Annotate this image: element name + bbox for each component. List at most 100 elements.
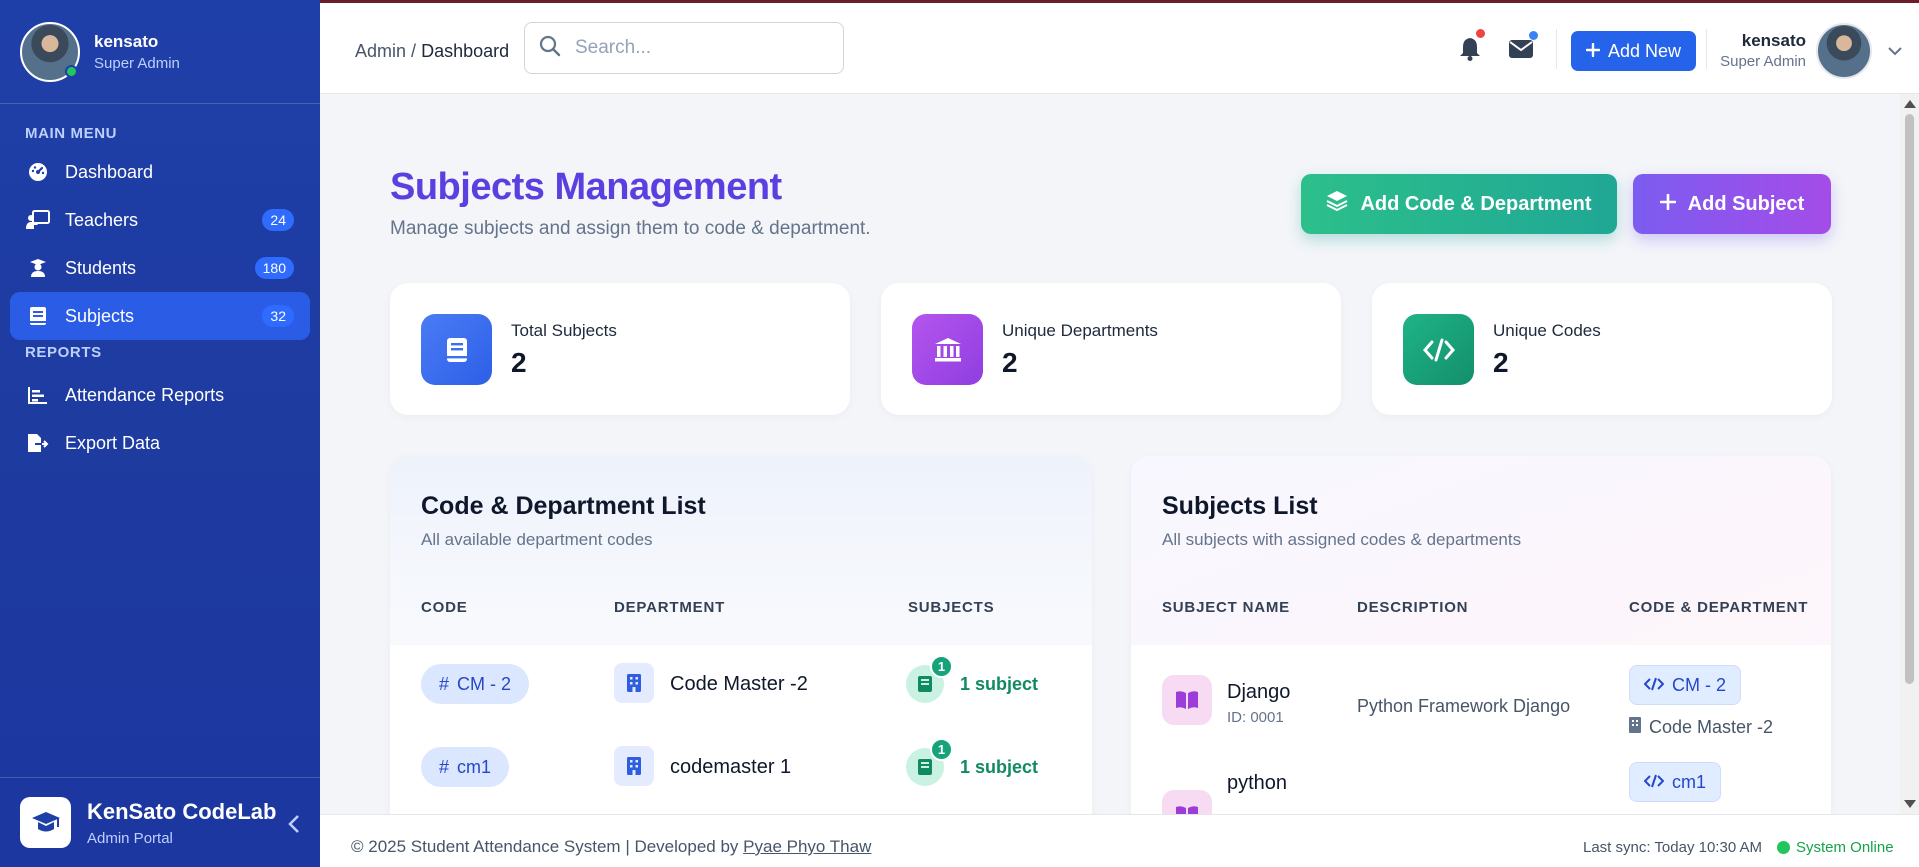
search-icon <box>539 35 561 62</box>
reports-heading: REPORTS <box>25 344 102 361</box>
teachers-count-badge: 24 <box>262 209 294 231</box>
layers-icon <box>1326 190 1348 218</box>
department-name: codemaster 1 <box>670 756 792 778</box>
subject-description: Python Framework Django <box>1357 696 1571 716</box>
column-header-subject-name: SUBJECT NAME <box>1162 599 1290 616</box>
sidebar-item-students[interactable]: Students 180 <box>10 244 310 292</box>
code-value: CM - 2 <box>1672 674 1726 695</box>
department-label: Code Master -2 <box>1629 717 1773 738</box>
add-new-button[interactable]: Add New <box>1571 31 1697 71</box>
table-row[interactable]: # cm1 codemaster 1 1 1 subject <box>390 728 1092 811</box>
sidebar-profile[interactable]: kensato Super Admin <box>0 0 320 104</box>
breadcrumb-root[interactable]: Admin <box>355 41 406 61</box>
breadcrumb-current: Dashboard <box>421 41 510 61</box>
code-icon <box>1643 675 1665 696</box>
subject-id: ID: 0001 <box>1227 709 1284 726</box>
code-badge: cm1 <box>1629 762 1722 802</box>
stat-card-total-subjects: Total Subjects 2 <box>390 283 850 415</box>
notification-dot <box>1476 29 1485 38</box>
subjects-count-icon: 1 <box>906 738 953 786</box>
subjects-count-label: 1 subject <box>960 757 1039 777</box>
table-row[interactable]: Django ID: 0001 Python Framework Django … <box>1131 645 1831 770</box>
breadcrumb-separator: / <box>411 41 417 61</box>
book-open-icon <box>1162 675 1212 725</box>
sidebar-item-label: Attendance Reports <box>65 384 225 405</box>
chart-icon <box>25 384 51 406</box>
column-header-subjects: SUBJECTS <box>908 599 995 616</box>
topbar-user-name: kensato <box>1741 31 1806 50</box>
envelope-icon[interactable] <box>1508 31 1538 64</box>
scrollbar-thumb[interactable] <box>1905 114 1914 684</box>
hashtag-icon: # <box>439 673 450 694</box>
subjects-count-badge: 1 <box>930 738 953 761</box>
students-count-badge: 180 <box>254 257 294 279</box>
bell-icon[interactable] <box>1459 29 1485 66</box>
subjects-panel: Subjects List All subjects with assigned… <box>1131 456 1831 814</box>
table-body: Django ID: 0001 Python Framework Django … <box>1131 645 1831 814</box>
column-header-code-department: CODE & DEPARTMENT <box>1629 599 1809 616</box>
sidebar-item-teachers[interactable]: Teachers 24 <box>10 196 310 244</box>
department-name: Code Master -2 <box>1649 717 1774 737</box>
subjects-count-badge: 32 <box>262 305 294 327</box>
code-value: cm1 <box>457 756 492 777</box>
stat-value: 2 <box>511 347 527 378</box>
system-status: System Online <box>1777 839 1894 856</box>
code-badge: # cm1 <box>421 747 510 787</box>
subjects-count-label: 1 subject <box>960 674 1039 694</box>
add-subject-label: Add Subject <box>1687 192 1805 215</box>
page-subtitle: Manage subjects and assign them to code … <box>390 218 871 239</box>
topbar-divider <box>1556 29 1557 69</box>
vertical-scrollbar[interactable] <box>1900 94 1919 814</box>
status-text: System Online <box>1796 839 1894 856</box>
panel-subtitle: All subjects with assigned codes & depar… <box>1162 530 1522 549</box>
main-content: Subjects Management Manage subjects and … <box>320 94 1900 814</box>
table-row[interactable]: python cm1 <box>1131 762 1831 814</box>
chevron-down-icon[interactable] <box>1888 43 1902 61</box>
code-icon <box>1643 772 1665 793</box>
code-badge: # CM - 2 <box>421 664 530 704</box>
panel-title: Subjects List <box>1162 492 1318 520</box>
chalkboard-teacher-icon <box>25 209 51 231</box>
panel-title: Code & Department List <box>421 492 706 520</box>
table-body: # CM - 2 Code Master -2 1 1 subject # cm… <box>390 645 1092 814</box>
topbar-user[interactable]: kensato Super Admin <box>1718 31 1806 70</box>
search-input[interactable] <box>575 37 815 59</box>
subjects-count-badge: 1 <box>930 655 953 678</box>
topbar-divider <box>1706 29 1707 69</box>
collapse-sidebar-icon[interactable] <box>288 814 300 839</box>
subject-name: python <box>1227 772 1288 794</box>
sidebar-item-label: Export Data <box>65 432 161 453</box>
sidebar-user-role: Super Admin <box>94 54 180 72</box>
add-code-department-label: Add Code & Department <box>1360 192 1592 215</box>
stat-card-unique-departments: Unique Departments 2 <box>881 283 1341 415</box>
column-header-description: DESCRIPTION <box>1357 599 1469 616</box>
avatar <box>20 21 80 82</box>
subjects-count-icon: 1 <box>906 655 953 703</box>
gauge-icon <box>25 161 51 183</box>
sidebar-item-export-data[interactable]: Export Data <box>10 419 310 467</box>
table-row[interactable]: # CM - 2 Code Master -2 1 1 subject <box>390 645 1092 728</box>
sidebar-item-subjects[interactable]: Subjects 32 <box>10 292 310 340</box>
code-value: cm1 <box>1672 771 1707 792</box>
add-code-department-button[interactable]: Add Code & Department <box>1301 174 1617 234</box>
code-icon <box>1403 314 1474 385</box>
column-header-department: DEPARTMENT <box>614 599 726 616</box>
building-icon <box>614 746 654 786</box>
copyright-text: © 2025 Student Attendance System | Devel… <box>351 837 739 856</box>
sidebar-item-label: Teachers <box>65 209 139 230</box>
sidebar-item-attendance-reports[interactable]: Attendance Reports <box>10 371 310 419</box>
stat-label: Unique Codes <box>1493 321 1601 340</box>
building-columns-icon <box>912 314 983 385</box>
scroll-up-arrow[interactable] <box>1904 100 1916 108</box>
graduation-cap-icon <box>20 797 71 848</box>
add-subject-button[interactable]: Add Subject <box>1633 174 1831 234</box>
avatar[interactable] <box>1816 23 1872 79</box>
last-sync: Last sync: Today 10:30 AM <box>1583 839 1762 856</box>
add-new-label: Add New <box>1608 40 1682 61</box>
search-box[interactable] <box>524 22 844 74</box>
file-export-icon <box>25 432 51 454</box>
code-badge: CM - 2 <box>1629 665 1741 705</box>
author-link[interactable]: Pyae Phyo Thaw <box>743 837 871 856</box>
scroll-down-arrow[interactable] <box>1904 800 1916 808</box>
sidebar-item-dashboard[interactable]: Dashboard <box>10 148 310 196</box>
